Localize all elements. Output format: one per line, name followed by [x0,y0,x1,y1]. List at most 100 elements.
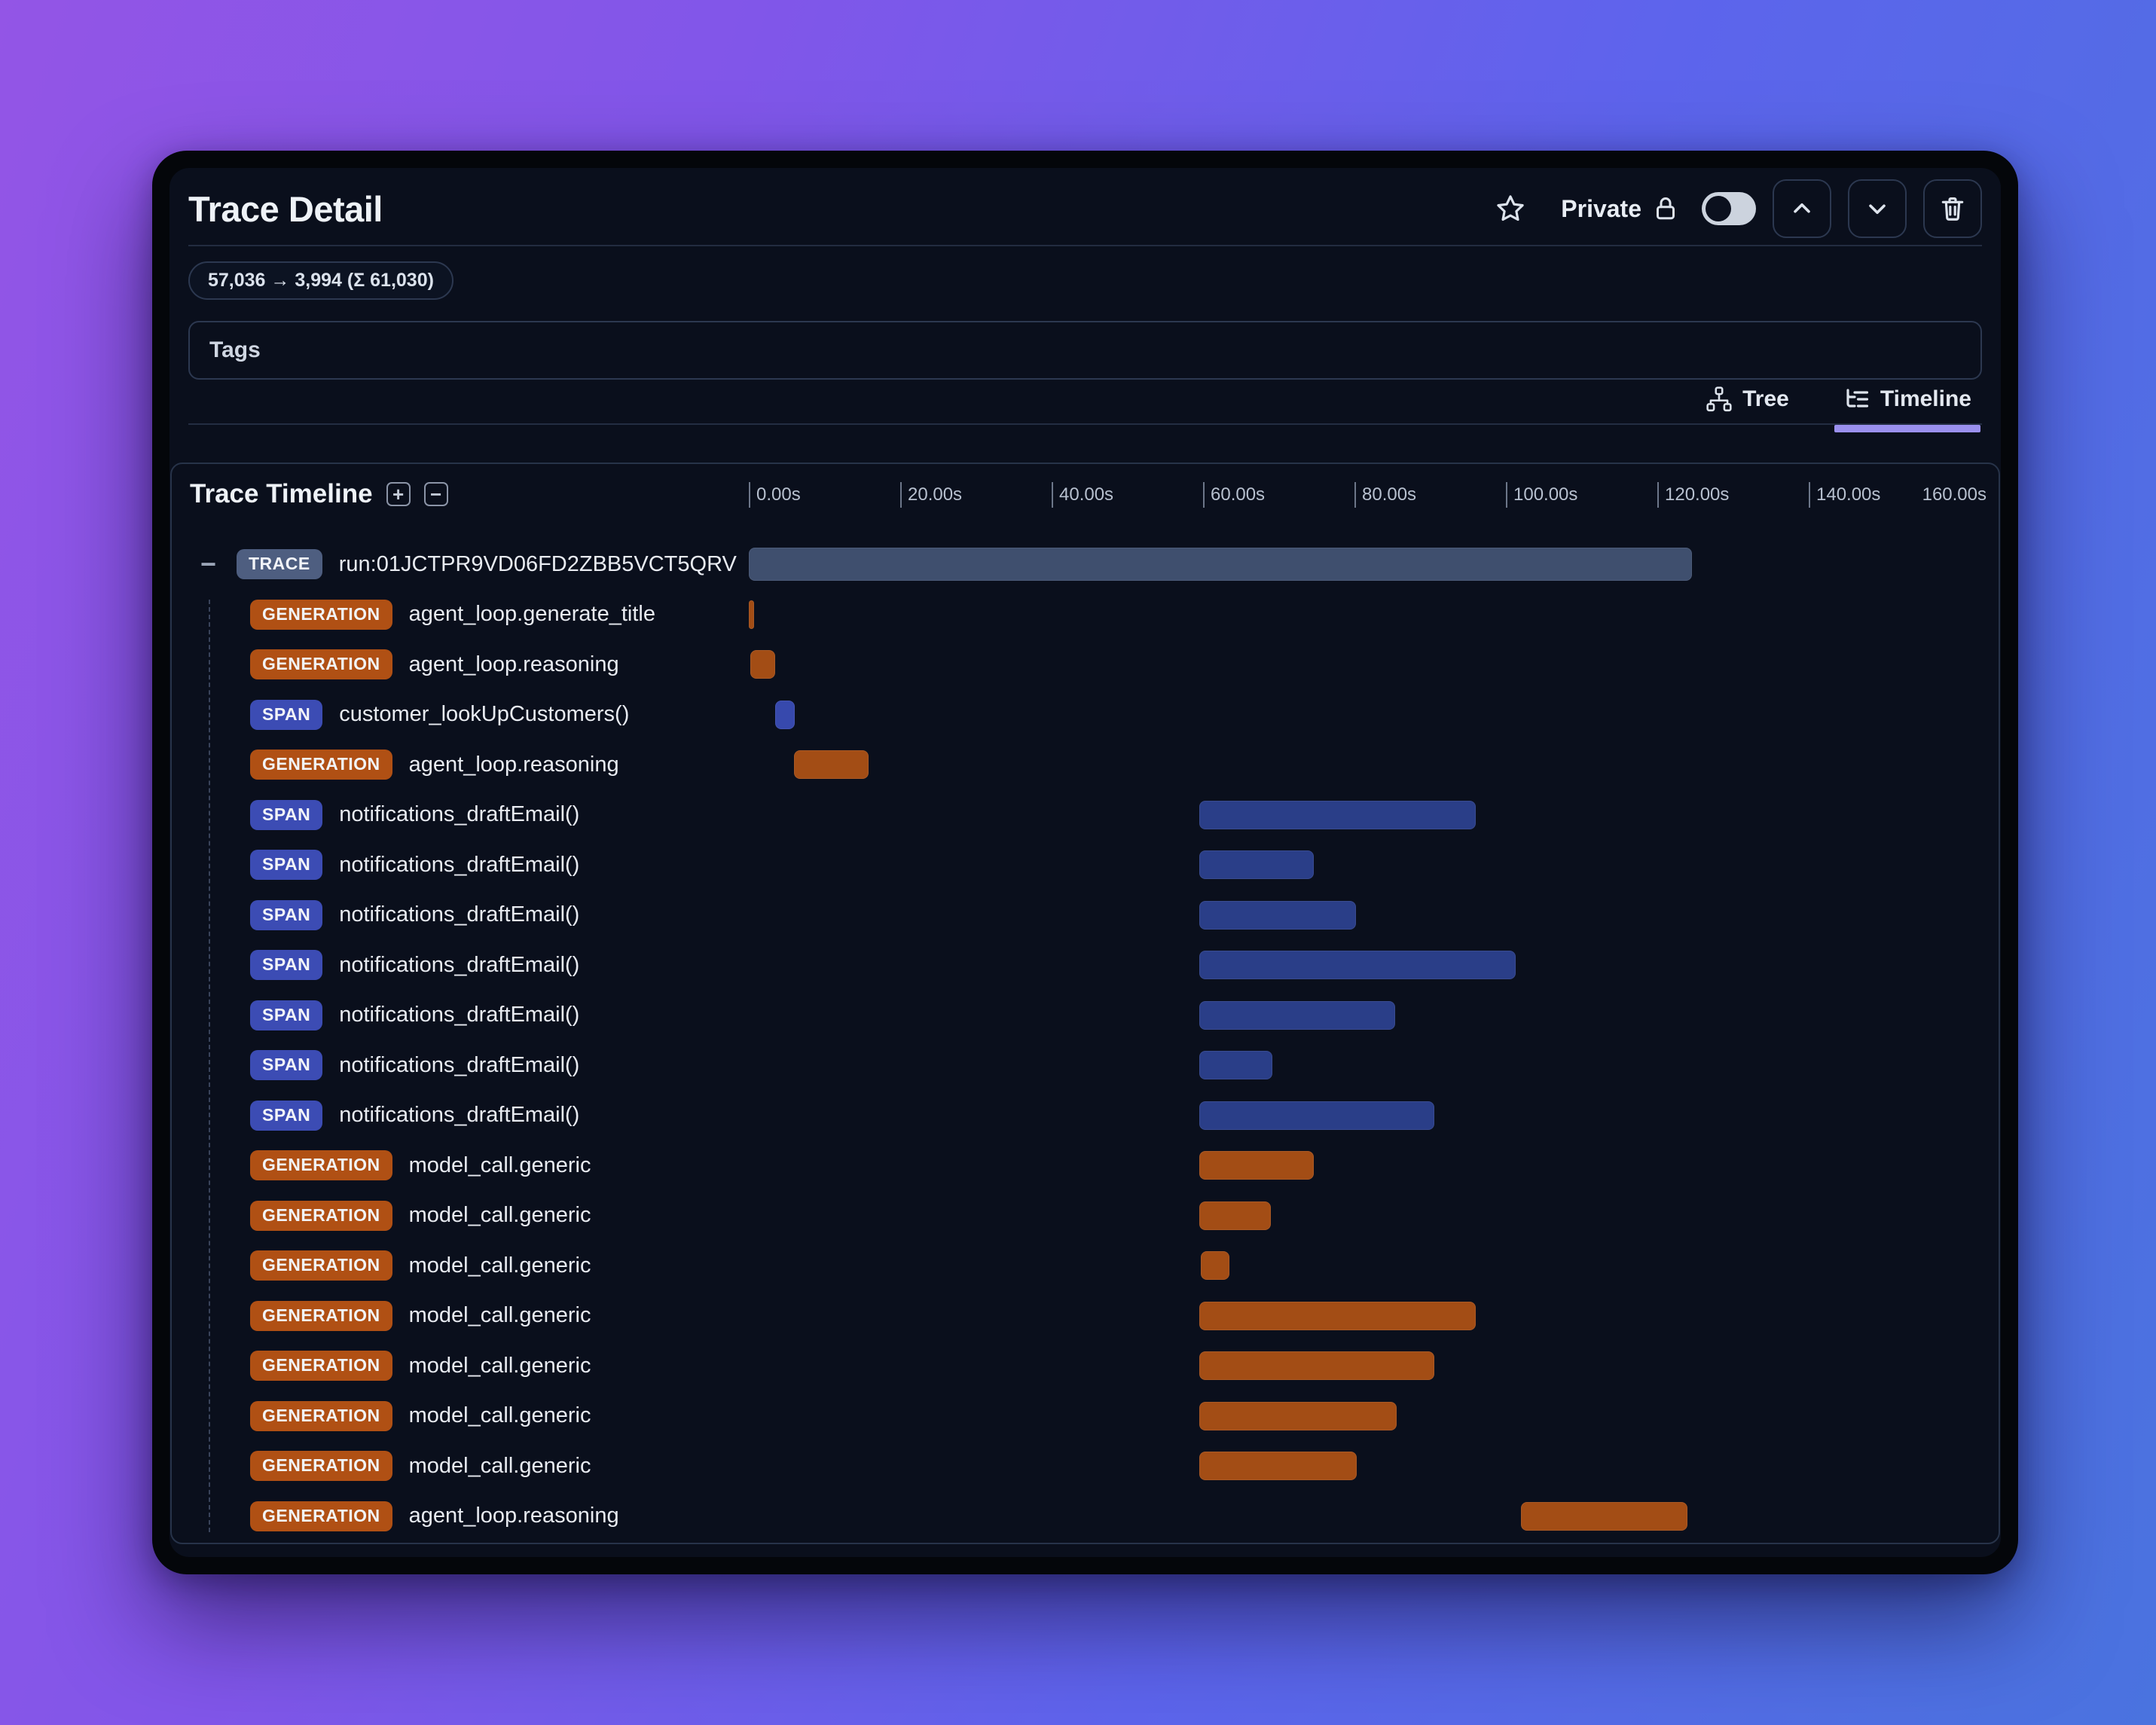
tags-label: Tags [209,337,261,362]
tags-box[interactable]: Tags [188,321,1982,380]
row-type-badge: SPAN [250,850,323,881]
row-type-badge: GENERATION [250,599,392,630]
previous-trace-button[interactable] [1773,179,1831,238]
duration-bar[interactable] [1199,1351,1434,1381]
row-name: model_call.generic [408,1353,591,1378]
trace-detail-window: Trace Detail Private 57,036 → 3,994 (Σ 6… [152,151,2018,1574]
tab-tree[interactable]: Tree [1699,383,1795,416]
axis-tick-label: 60.00s [1211,484,1266,505]
duration-bar[interactable] [1199,1051,1273,1080]
row-name: notifications_draftEmail() [339,902,580,927]
privacy-toggle[interactable] [1702,192,1756,225]
duration-bar[interactable] [775,700,796,729]
row-type-badge: SPAN [250,950,323,981]
duration-bar[interactable] [749,548,1693,582]
duration-bar[interactable] [1199,800,1476,829]
duration-bar[interactable] [1199,951,1516,980]
row-type-badge: GENERATION [250,1150,392,1181]
row-name: notifications_draftEmail() [339,802,580,827]
tab-timeline-label: Timeline [1880,386,1971,411]
row-type-badge: GENERATION [250,1250,392,1281]
trace-detail-panel: Trace Detail Private 57,036 → 3,994 (Σ 6… [169,168,2001,1557]
axis-tick-label: 120.00s [1665,484,1730,505]
row-name: notifications_draftEmail() [339,952,580,977]
row-type-badge: TRACE [237,549,322,580]
tab-tree-label: Tree [1742,386,1789,411]
timeline-row[interactable]: SPAN notifications_draftEmail() [172,890,1999,941]
axis-tick-label: 20.00s [908,484,963,505]
duration-bar[interactable] [794,750,869,780]
timeline-row[interactable]: SPAN notifications_draftEmail() [172,790,1999,841]
row-name: run:01JCTPR9VD06FD2ZBB5VCT5QRV [338,551,737,576]
axis-tick [749,482,750,508]
row-type-badge: SPAN [250,1050,323,1081]
header-controls: Private [1495,179,1982,238]
row-name: model_call.generic [408,1153,591,1177]
row-name: agent_loop.reasoning [408,1504,619,1528]
timeline-rows: − TRACE run:01JCTPR9VD06FD2ZBB5VCT5QRV GENE… [172,539,1999,1541]
header: Trace Detail Private [188,168,1982,238]
row-name: model_call.generic [408,1403,591,1428]
star-icon [1497,195,1524,221]
timeline-row[interactable]: SPAN notifications_draftEmail() [172,1091,1999,1141]
axis-tick [1809,482,1810,508]
privacy-label: Private [1561,194,1641,222]
page-title: Trace Detail [188,188,383,229]
row-name: agent_loop.generate_title [408,602,655,627]
duration-bar[interactable] [1199,1452,1357,1481]
row-name: notifications_draftEmail() [339,1103,580,1128]
timeline-row[interactable]: GENERATION model_call.generic [172,1291,1999,1342]
duration-bar[interactable] [1521,1501,1688,1531]
duration-bar[interactable] [1199,1101,1434,1130]
axis-tick [1657,482,1659,508]
favorite-star-button[interactable] [1495,193,1526,224]
axis-tick-label: 140.00s [1816,484,1881,505]
timeline-row[interactable]: SPAN notifications_draftEmail() [172,840,1999,890]
row-type-badge: GENERATION [250,1300,392,1331]
lock-icon [1657,197,1675,220]
axis-tick [1052,482,1053,508]
trash-icon [1941,197,1964,221]
timeline-row[interactable]: GENERATION model_call.generic [172,1241,1999,1291]
duration-bar[interactable] [1199,1201,1272,1230]
timeline-row[interactable]: GENERATION model_call.generic [172,1441,1999,1491]
timeline-row[interactable]: SPAN customer_lookUpCustomers() [172,690,1999,740]
delete-trace-button[interactable] [1923,179,1982,238]
timeline-row[interactable]: GENERATION model_call.generic [172,1341,1999,1391]
row-type-badge: GENERATION [250,649,392,680]
duration-bar[interactable] [1200,1251,1230,1281]
timeline-row[interactable]: SPAN notifications_draftEmail() [172,1040,1999,1091]
timeline-row[interactable]: GENERATION agent_loop.reasoning [172,740,1999,790]
row-type-badge: GENERATION [250,1501,392,1531]
axis-tick-label: 100.00s [1513,484,1578,505]
timeline-row[interactable]: GENERATION agent_loop.generate_title [172,590,1999,640]
row-name: agent_loop.reasoning [408,752,619,777]
duration-bar[interactable] [1199,1401,1397,1430]
privacy-control: Private [1561,195,1679,223]
duration-bar[interactable] [1199,1301,1476,1330]
timeline-row[interactable]: GENERATION model_call.generic [172,1191,1999,1241]
toggle-knob [1706,196,1731,221]
duration-bar[interactable] [749,600,755,629]
timeline-row[interactable]: GENERATION agent_loop.reasoning [172,640,1999,690]
duration-bar[interactable] [1199,1000,1396,1030]
timeline-row[interactable]: GENERATION model_call.generic [172,1140,1999,1191]
collapse-trace-icon[interactable]: − [200,551,216,578]
row-type-badge: SPAN [250,799,323,830]
list-tree-icon [1846,389,1868,408]
timeline-row[interactable]: SPAN notifications_draftEmail() [172,991,1999,1041]
duration-bar[interactable] [1199,1151,1314,1180]
timeline-row[interactable]: − TRACE run:01JCTPR9VD06FD2ZBB5VCT5QRV [172,539,1999,590]
timeline-row[interactable]: GENERATION model_call.generic [172,1391,1999,1442]
header-divider [188,245,1982,246]
next-trace-button[interactable] [1848,179,1907,238]
row-type-badge: SPAN [250,899,323,930]
timeline-row[interactable]: SPAN notifications_draftEmail() [172,940,1999,991]
duration-bar[interactable] [1199,850,1314,880]
timeline-row[interactable]: GENERATION agent_loop.reasoning [172,1491,1999,1542]
axis-tick-label: 0.00s [756,484,801,505]
row-type-badge: GENERATION [250,1351,392,1382]
tab-timeline[interactable]: Timeline [1834,383,1981,432]
duration-bar[interactable] [1199,900,1356,930]
duration-bar[interactable] [750,650,776,679]
